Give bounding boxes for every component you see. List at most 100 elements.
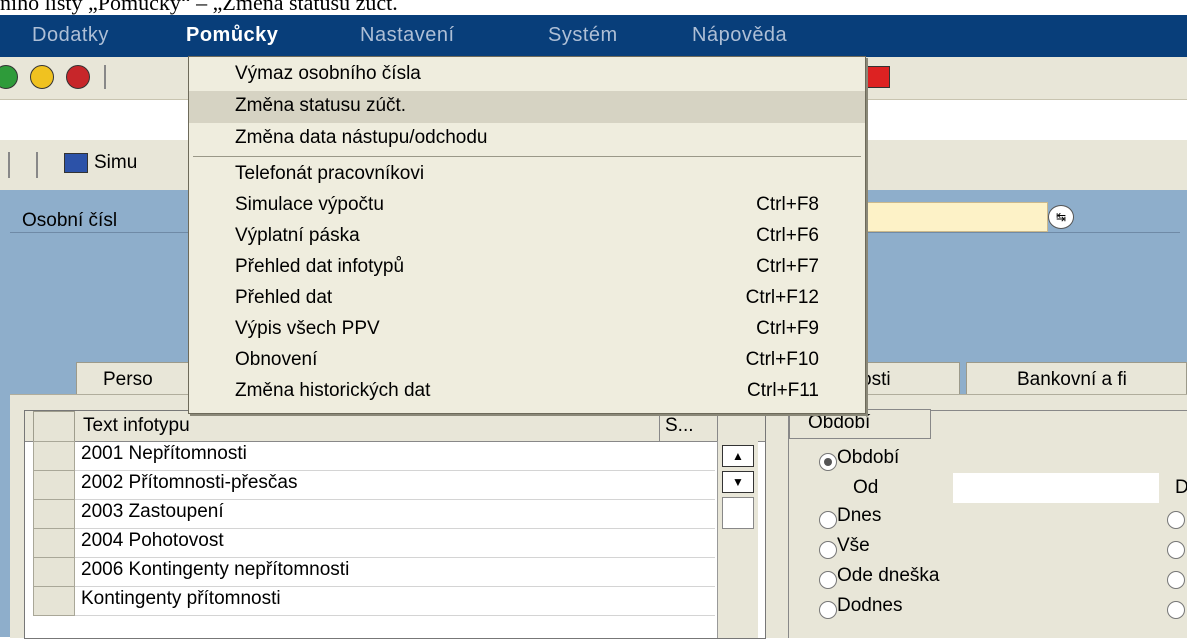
menu-item-label: Výpis všech PPV — [235, 318, 380, 339]
document-caption: ního listy „Pomůcky“ – „Změna statusu zú… — [0, 0, 1187, 16]
toolbar-separator — [8, 152, 10, 178]
row-selector[interactable] — [33, 528, 75, 558]
column-divider — [717, 411, 718, 441]
table-row[interactable]: 2001 Nepřítomnosti — [25, 441, 715, 471]
scroll-down-icon[interactable]: ▼ — [722, 471, 754, 493]
row-selector[interactable] — [33, 557, 75, 587]
radio-today[interactable] — [819, 511, 837, 529]
menu-item-shortcut: Ctrl+F11 — [747, 380, 819, 401]
cancel-icon[interactable] — [66, 65, 90, 89]
radio-right-1[interactable] — [1167, 511, 1185, 529]
menu-item-label: Simulace výpočtu — [235, 194, 384, 215]
row-selector[interactable] — [33, 470, 75, 500]
row-text: Kontingenty přítomnosti — [81, 588, 281, 609]
menu-item-label: Přehled dat infotypů — [235, 256, 405, 277]
personal-number-label: Osobní čísl — [22, 210, 118, 231]
radio-until-today[interactable] — [819, 601, 837, 619]
menu-item-change-entry-leave-date[interactable]: Změna data nástupu/odchodu — [189, 123, 865, 155]
personal-number-input[interactable] — [862, 202, 1048, 232]
radio-all-label: Vše — [837, 535, 870, 556]
simulation-button-label: Simu — [94, 152, 138, 173]
menu-item-delete-personnel-number[interactable]: Výmaz osobního čísla — [189, 59, 865, 91]
menu-item-label: Výplatní páska — [235, 225, 360, 246]
menu-item-shortcut: Ctrl+F9 — [756, 318, 819, 339]
radio-period[interactable] — [819, 453, 837, 471]
menu-system[interactable]: Systém — [548, 24, 618, 47]
toolbar-separator — [104, 65, 106, 89]
radio-all[interactable] — [819, 541, 837, 559]
menu-item-label: Změna statusu zúčt. — [235, 95, 407, 116]
radio-from-today[interactable] — [819, 571, 837, 589]
menu-item-change-payroll-status[interactable]: Změna statusu zúčt. — [189, 91, 865, 123]
menu-item-label: Změna historických dat — [235, 380, 431, 401]
row-text: 2001 Nepřítomnosti — [81, 443, 247, 464]
menu-item-payroll-simulation[interactable]: Simulace výpočtu Ctrl+F8 — [189, 190, 865, 222]
infotype-table: Text infotypu S... 2001 Nepřítomnosti 20… — [24, 410, 766, 639]
menu-item-label: Telefonát pracovníkovi — [235, 163, 425, 184]
menu-pomucky[interactable]: Pomůcky — [186, 24, 278, 47]
menu-item-data-overview[interactable]: Přehled dat Ctrl+F12 — [189, 283, 865, 315]
menu-bar: Dodatky Pomůcky Nastavení Systém Nápověd… — [0, 15, 1187, 57]
simulation-icon — [64, 152, 88, 173]
menu-dodatky[interactable]: Dodatky — [32, 24, 109, 47]
tab-label: Bankovní a fi — [1017, 369, 1127, 390]
menu-item-refresh[interactable]: Obnovení Ctrl+F10 — [189, 345, 865, 377]
menu-item-shortcut: Ctrl+F10 — [745, 349, 819, 370]
radio-today-label: Dnes — [837, 505, 882, 526]
radio-right-3[interactable] — [1167, 571, 1185, 589]
radio-from-today-label: Ode dneška — [837, 565, 940, 586]
to-label: D — [1175, 477, 1187, 498]
menu-item-label: Přehled dat — [235, 287, 333, 308]
radio-until-today-label: Dodnes — [837, 595, 903, 616]
period-group: Období Období Od D Dnes Vše Ode dneška D… — [788, 409, 1187, 638]
select-all-button[interactable] — [33, 411, 75, 443]
menu-item-payslip[interactable]: Výplatní páska Ctrl+F6 — [189, 221, 865, 253]
column-divider — [659, 411, 660, 441]
row-selector[interactable] — [33, 499, 75, 529]
table-row[interactable]: 2002 Přítomnosti-přesčas — [25, 470, 715, 500]
back-icon[interactable] — [0, 65, 18, 89]
layout-icon[interactable] — [866, 66, 890, 88]
menu-item-label: Změna data nástupu/odchodu — [235, 127, 488, 148]
menu-item-call-employee[interactable]: Telefonát pracovníkovi — [189, 159, 865, 191]
column-header-text[interactable]: Text infotypu — [83, 415, 190, 437]
table-header: Text infotypu S... — [25, 411, 765, 443]
menu-nastaveni[interactable]: Nastavení — [360, 24, 455, 47]
menu-item-shortcut: Ctrl+F7 — [756, 256, 819, 277]
row-text: 2003 Zastoupení — [81, 501, 224, 522]
pomucky-dropdown-menu: Výmaz osobního čísla Změna statusu zúčt.… — [188, 56, 866, 414]
from-label: Od — [853, 477, 879, 498]
menu-item-list-all-ppv[interactable]: Výpis všech PPV Ctrl+F9 — [189, 314, 865, 346]
menu-item-change-historical-data[interactable]: Změna historických dat Ctrl+F11 — [189, 376, 865, 408]
menu-item-shortcut: Ctrl+F8 — [756, 194, 819, 215]
row-text: 2006 Kontingenty nepřítomnosti — [81, 559, 350, 580]
vertical-scrollbar[interactable]: ▲ ▼ — [717, 441, 758, 638]
table-row[interactable]: 2004 Pohotovost — [25, 528, 715, 558]
menu-item-shortcut: Ctrl+F12 — [745, 287, 819, 308]
exit-icon[interactable] — [30, 65, 54, 89]
radio-right-2[interactable] — [1167, 541, 1185, 559]
row-selector[interactable] — [33, 441, 75, 471]
simulation-button[interactable]: Simu — [64, 152, 194, 178]
menu-item-infotype-overview[interactable]: Přehled dat infotypů Ctrl+F7 — [189, 252, 865, 284]
row-text: 2002 Přítomnosti-přesčas — [81, 472, 298, 493]
period-group-label: Období — [808, 412, 871, 433]
table-row[interactable]: 2006 Kontingenty nepřítomnosti — [25, 557, 715, 587]
table-row[interactable]: Kontingenty přítomnosti — [25, 586, 715, 616]
menu-item-shortcut: Ctrl+F6 — [756, 225, 819, 246]
tab-label: Perso — [103, 369, 153, 390]
row-selector[interactable] — [33, 586, 75, 616]
radio-right-4[interactable] — [1167, 601, 1185, 619]
menu-separator — [193, 156, 861, 157]
menu-item-label: Výmaz osobního čísla — [235, 63, 421, 84]
table-row[interactable]: 2003 Zastoupení — [25, 499, 715, 529]
tab-bank[interactable]: Bankovní a fi — [966, 362, 1187, 394]
scroll-up-icon[interactable]: ▲ — [722, 445, 754, 467]
search-help-icon[interactable]: ↹ — [1048, 205, 1074, 229]
scroll-thumb[interactable] — [722, 497, 754, 529]
menu-napoveda[interactable]: Nápověda — [692, 24, 787, 47]
toolbar-separator — [36, 152, 38, 178]
column-header-status[interactable]: S... — [665, 415, 694, 437]
radio-period-label: Období — [837, 447, 900, 468]
from-date-input[interactable] — [953, 473, 1159, 503]
